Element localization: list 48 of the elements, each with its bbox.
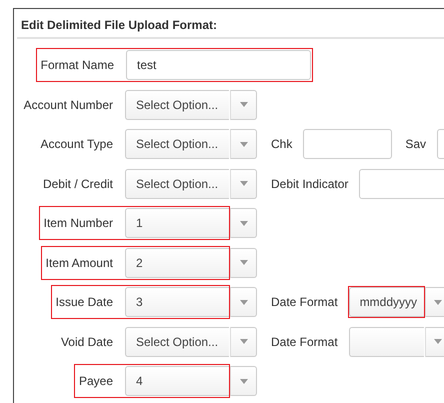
field-label: Item Number bbox=[44, 215, 113, 232]
field-label: Payee bbox=[78, 373, 113, 390]
text-input[interactable] bbox=[359, 168, 444, 198]
dropdown-button[interactable] bbox=[230, 287, 257, 317]
text-input[interactable]: test bbox=[126, 50, 311, 80]
field-label: Debit Indicator bbox=[271, 176, 348, 192]
dropdown-button[interactable] bbox=[230, 168, 257, 198]
select-field[interactable]: Select Option... bbox=[125, 168, 229, 198]
field-label: Account Number bbox=[24, 96, 113, 114]
select-field[interactable]: 1 bbox=[125, 208, 229, 238]
caret-icon bbox=[240, 260, 248, 265]
select-field[interactable]: Select Option... bbox=[125, 326, 229, 356]
field-label: Date Format bbox=[271, 334, 338, 350]
caret-icon bbox=[434, 339, 442, 344]
field-label: Debit / Credit bbox=[42, 176, 113, 192]
field-label: Void Date bbox=[60, 334, 113, 350]
dropdown-button[interactable] bbox=[424, 287, 444, 317]
dropdown-button[interactable] bbox=[230, 248, 257, 278]
caret-icon bbox=[240, 339, 248, 344]
caret-icon bbox=[240, 378, 248, 384]
select-field[interactable]: 3 bbox=[125, 287, 229, 317]
select-field[interactable]: Select Option... bbox=[125, 129, 229, 159]
select-field[interactable]: mmddyyyy bbox=[348, 287, 424, 317]
caret-icon bbox=[240, 300, 248, 304]
caret-icon bbox=[240, 102, 248, 107]
caret-icon bbox=[240, 220, 248, 226]
select-field[interactable]: 4 bbox=[125, 366, 229, 396]
caret-icon bbox=[434, 300, 442, 304]
caret-icon bbox=[240, 181, 248, 186]
field-label: Chk bbox=[271, 136, 292, 153]
dropdown-button[interactable] bbox=[424, 326, 444, 356]
select-field[interactable]: Select Option... bbox=[125, 90, 229, 120]
dropdown-button[interactable] bbox=[230, 129, 257, 159]
field-label: Format Name bbox=[40, 57, 114, 74]
dropdown-button[interactable] bbox=[230, 366, 257, 396]
field-label: Item Amount bbox=[46, 254, 113, 272]
text-input[interactable] bbox=[303, 129, 392, 159]
select-field[interactable]: 2 bbox=[125, 248, 229, 278]
field-label: Date Format bbox=[271, 294, 338, 311]
dropdown-button[interactable] bbox=[230, 208, 257, 238]
field-label: Issue Date bbox=[56, 294, 113, 311]
field-label: Sav bbox=[405, 136, 426, 153]
dropdown-button[interactable] bbox=[230, 326, 257, 356]
caret-icon bbox=[240, 142, 248, 146]
dropdown-button[interactable] bbox=[230, 90, 257, 120]
field-label: Account Type bbox=[40, 136, 113, 153]
select-field[interactable] bbox=[348, 326, 424, 356]
panel-title: Edit Delimited File Upload Format: bbox=[20, 17, 218, 34]
